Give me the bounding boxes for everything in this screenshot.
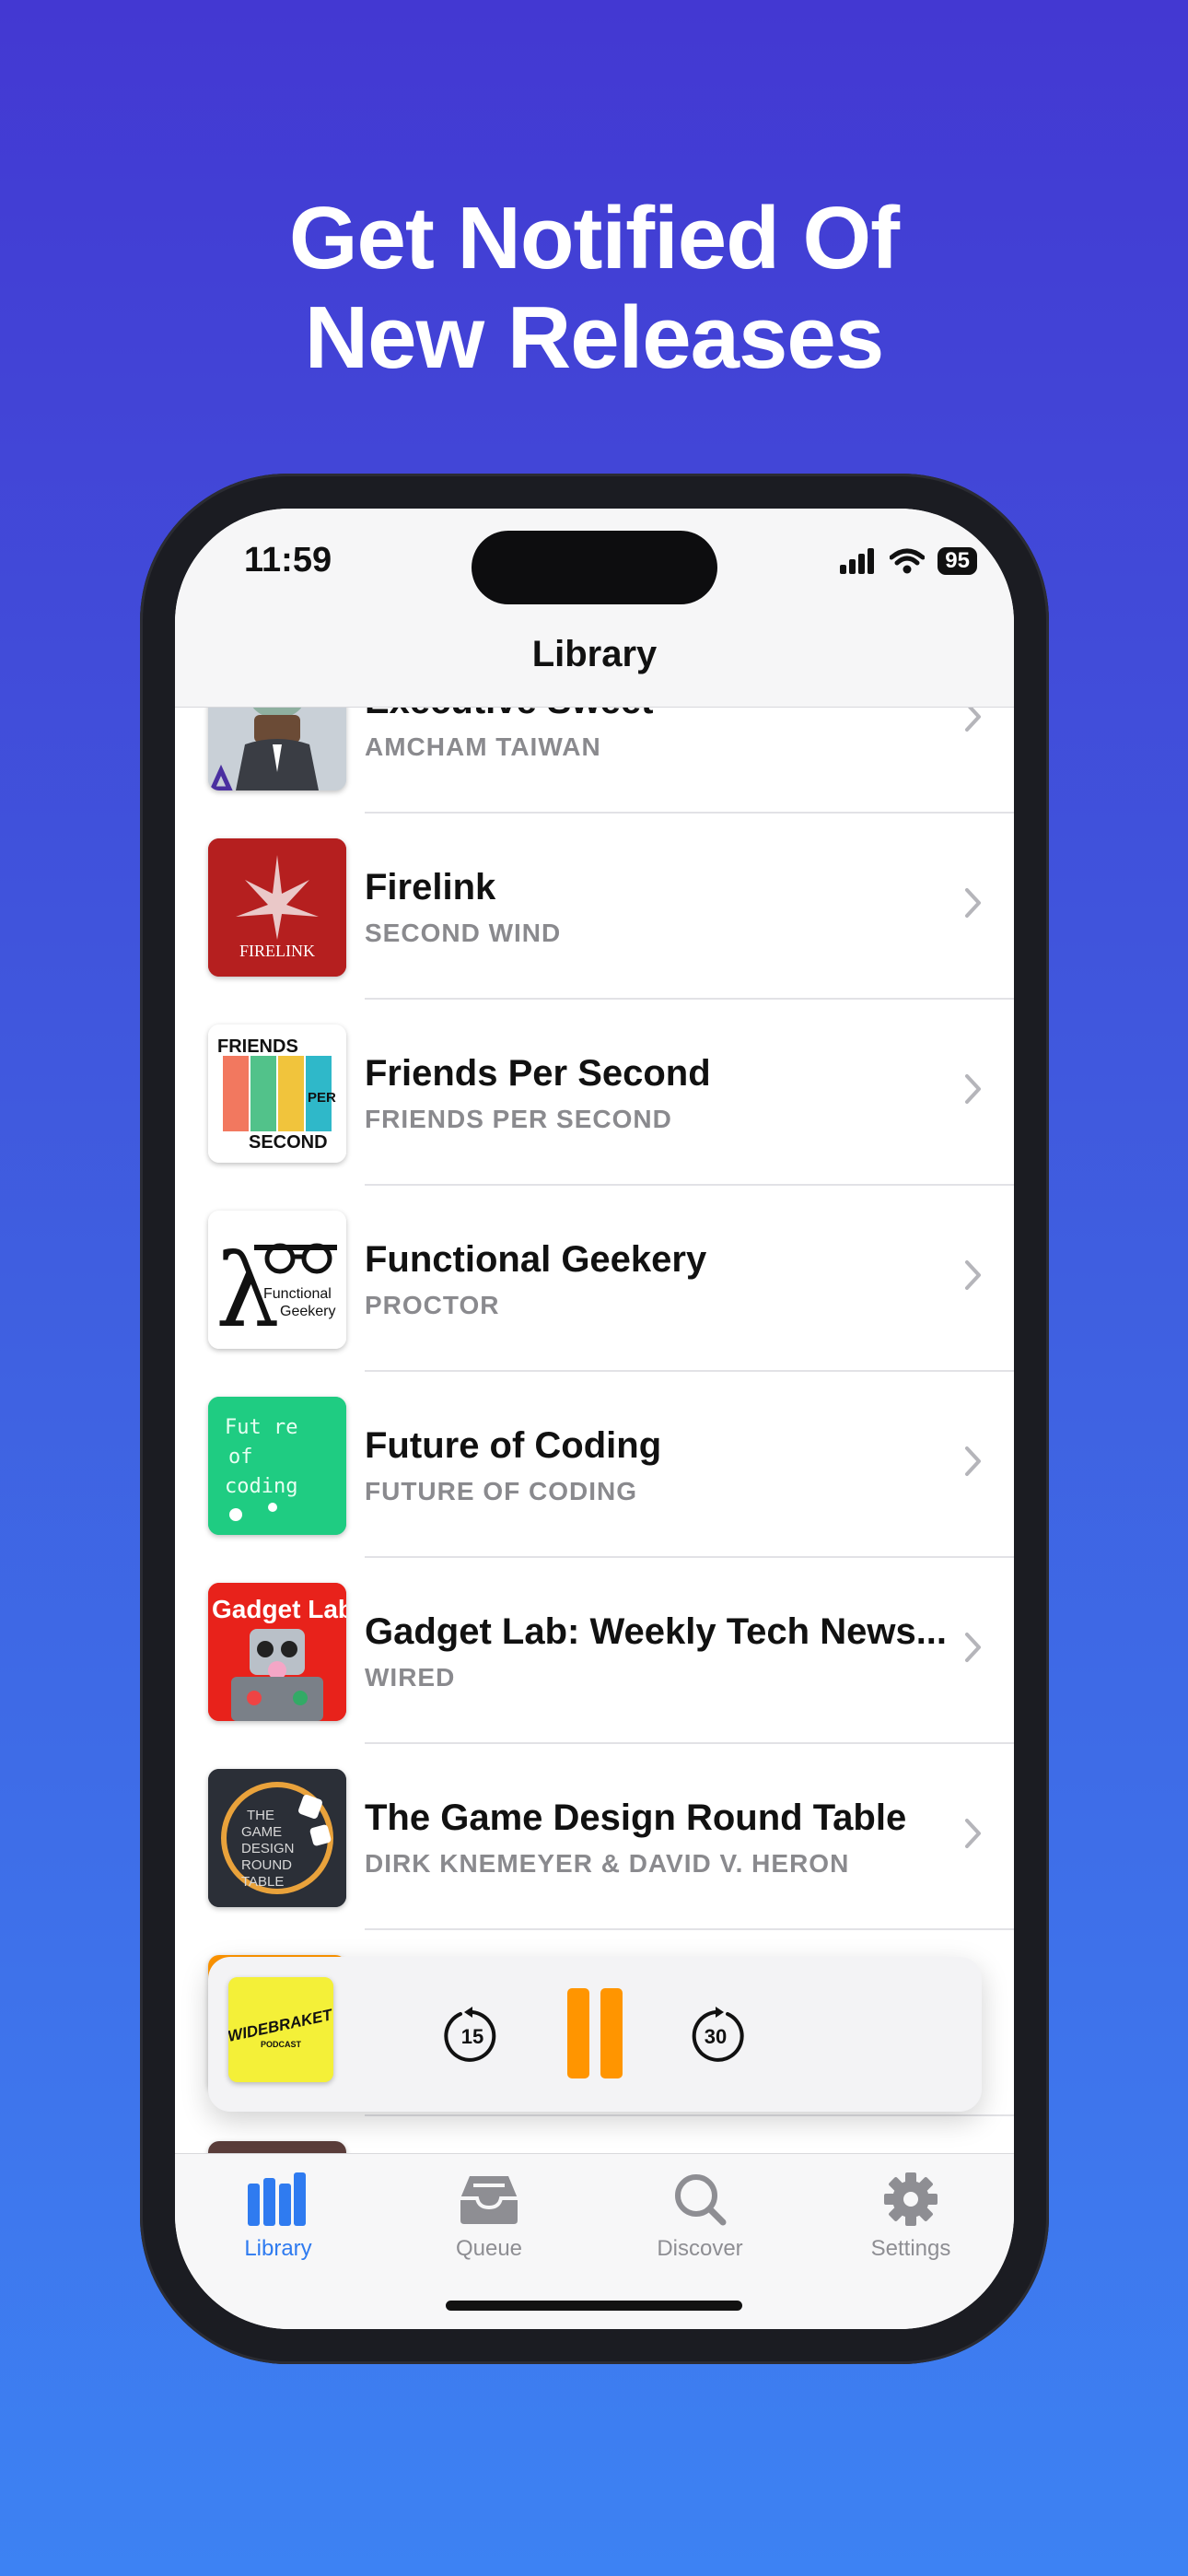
podcast-artwork: FIRELINK — [208, 838, 346, 977]
library-icon — [248, 2172, 306, 2226]
skip-back-icon[interactable]: 15 — [444, 2005, 501, 2064]
mini-player[interactable]: WIDEBRAKET PODCAST 15 30 — [208, 1957, 982, 2112]
podcast-artwork: Gadget Lab — [208, 1583, 346, 1721]
svg-text:ROUND: ROUND — [241, 1857, 292, 1873]
skip-forward-label: 30 — [705, 2025, 727, 2048]
home-indicator — [446, 2301, 742, 2311]
chevron-right-icon — [965, 1074, 981, 1104]
list-item[interactable]: Gadget Lab Gadget Lab: Weekly Tech News.… — [175, 1558, 1014, 1744]
battery-indicator: 95 — [938, 547, 977, 575]
artwork-text: SECOND — [249, 1132, 328, 1153]
chevron-right-icon — [965, 1446, 981, 1476]
svg-text:TABLE: TABLE — [241, 1874, 284, 1890]
cellular-signal-icon — [840, 548, 875, 574]
inbox-icon — [460, 2176, 518, 2224]
podcast-title: Functional Geekery — [365, 1239, 707, 1280]
artwork-text: PER — [308, 1090, 336, 1106]
wifi-icon — [890, 548, 926, 574]
podcast-title: Gadget Lab: Weekly Tech News... — [365, 1611, 948, 1652]
podcast-title: The Game Design Round Table — [365, 1797, 907, 1838]
list-item[interactable]: THE GAME DESIGN ROUND TABLE The Game Des… — [175, 1744, 1014, 1930]
chevron-right-icon — [965, 1260, 981, 1290]
svg-text:Functional: Functional — [263, 1286, 332, 1302]
tab-discover[interactable]: Discover — [608, 2171, 792, 2262]
podcast-author: WIRED — [365, 1663, 456, 1692]
pause-button[interactable] — [562, 1988, 628, 2078]
tab-label: Library — [244, 2236, 312, 2261]
chevron-right-icon — [965, 888, 981, 918]
podcast-artwork: λ Functional Geekery — [208, 1211, 346, 1349]
podcast-title: Future of Coding — [365, 1425, 662, 1466]
svg-text:THE: THE — [247, 1808, 274, 1823]
skip-back-label: 15 — [461, 2025, 483, 2048]
pause-icon — [567, 1988, 589, 2078]
tab-queue[interactable]: Queue — [397, 2171, 581, 2262]
podcast-author: FUTURE OF CODING — [365, 1477, 637, 1505]
list-item[interactable]: λ Functional Geekery Functional Geekery … — [175, 1186, 1014, 1372]
pause-bar — [600, 1988, 623, 2078]
podcast-author: AMCHAM TAIWAN — [365, 732, 601, 761]
list-item[interactable]: FIRELINK Firelink SECOND WIND — [175, 814, 1014, 1000]
tab-label: Settings — [870, 2236, 951, 2261]
dynamic-island — [472, 531, 717, 604]
svg-text:Fut re: Fut re — [225, 1416, 297, 1439]
list-item[interactable]: Fut re of coding Future of Coding FUTURE… — [175, 1372, 1014, 1558]
now-playing-artwork[interactable]: WIDEBRAKET PODCAST — [228, 1977, 333, 2082]
headline-line-2: New Releases — [304, 288, 884, 387]
svg-text:coding: coding — [225, 1475, 297, 1498]
status-time: 11:59 — [244, 541, 332, 580]
navigation-bar: 11:59 95 Library — [175, 509, 1014, 708]
svg-text:Geekery: Geekery — [280, 1304, 335, 1319]
svg-text:GAME: GAME — [241, 1824, 282, 1840]
artwork-text: PODCAST — [261, 2040, 302, 2049]
artwork-text: FIRELINK — [239, 942, 315, 960]
tab-settings[interactable]: Settings — [819, 2171, 1003, 2262]
svg-text:DESIGN: DESIGN — [241, 1841, 295, 1856]
podcast-author: DIRK KNEMEYER & DAVID V. HERON — [365, 1849, 850, 1878]
page-title: Library — [531, 634, 658, 674]
headline-line-1: Get Notified Of — [288, 189, 900, 287]
status-icons: 95 — [840, 547, 977, 575]
search-icon — [675, 2174, 727, 2226]
podcast-author: FRIENDS PER SECOND — [365, 1105, 672, 1133]
tab-label: Discover — [657, 2236, 743, 2261]
tab-library[interactable]: Library — [186, 2171, 370, 2262]
skip-forward-icon[interactable]: 30 — [687, 2005, 744, 2064]
podcast-artwork: Fut re of coding — [208, 1397, 346, 1535]
marketing-headline: Get Notified Of New Releases — [0, 189, 1188, 388]
podcast-artwork: THE GAME DESIGN ROUND TABLE — [208, 1769, 346, 1907]
podcast-title: Firelink — [365, 867, 496, 907]
gear-icon — [884, 2172, 938, 2226]
svg-text:of: of — [228, 1446, 253, 1469]
phone-frame: Executive Sweet AMCHAM TAIWAN FIRELINK F… — [140, 474, 1049, 2364]
chevron-right-icon — [965, 1633, 981, 1662]
podcast-author: SECOND WIND — [365, 919, 562, 947]
chevron-right-icon — [965, 1819, 981, 1848]
app-screen: Executive Sweet AMCHAM TAIWAN FIRELINK F… — [175, 509, 1014, 2329]
podcast-author: PROCTOR — [365, 1291, 500, 1319]
tab-label: Queue — [455, 2236, 523, 2261]
list-item[interactable]: FRIENDS PER SECOND Friends Per Second FR… — [175, 1000, 1014, 1186]
podcast-artwork: FRIENDS PER SECOND — [208, 1025, 346, 1163]
podcast-title: Friends Per Second — [365, 1053, 711, 1094]
artwork-text: Gadget Lab — [212, 1595, 346, 1623]
artwork-text: FRIENDS — [217, 1036, 298, 1057]
